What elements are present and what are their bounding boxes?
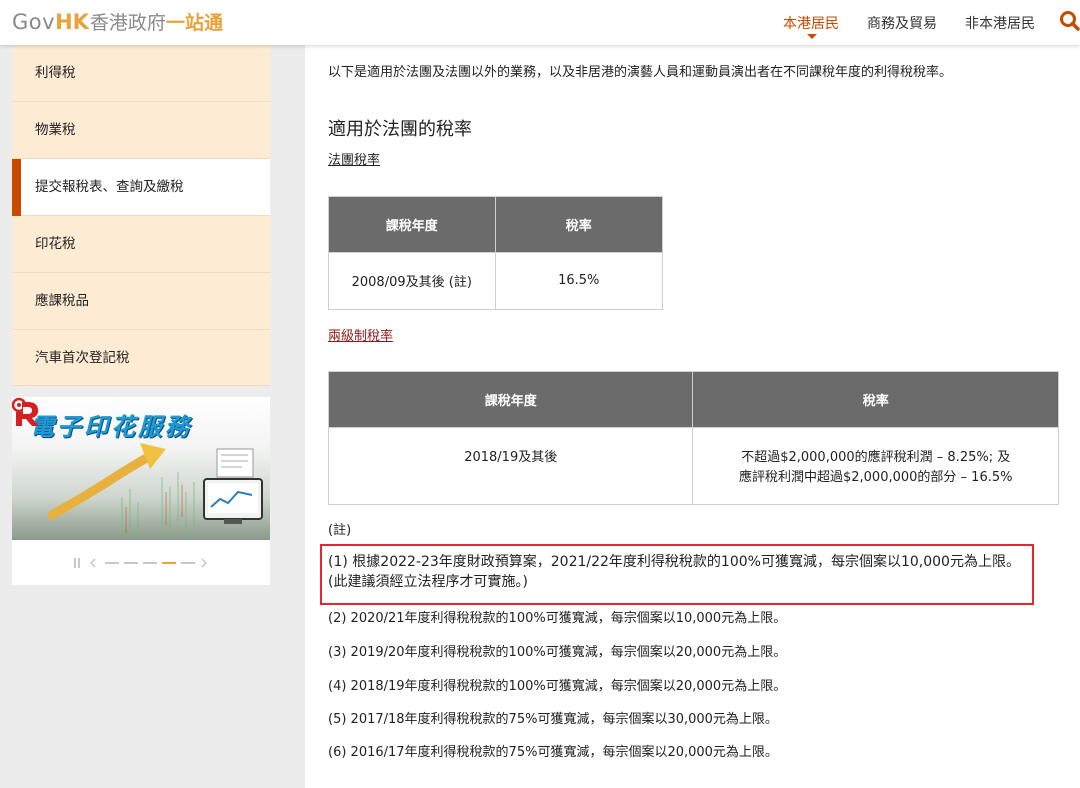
- intro-text: 以下是適用於法團及法團以外的業務，以及非居港的演藝人員和運動員演出者在不同課稅年…: [328, 65, 953, 80]
- carousel-dot-1[interactable]: [105, 562, 119, 564]
- note-2: (2) 2020/21年度利得稅稅款的100%可獲寬減，每宗個案以10,000元…: [328, 611, 787, 626]
- promo-title: 電子印花服務: [30, 413, 192, 441]
- promo-carousel-controls: [12, 540, 270, 585]
- note-6: (6) 2016/17年度利得稅稅款的75%可獲寬減，每宗個案以20,000元為…: [328, 745, 778, 760]
- table-row: 2018/19及其後 不超過$2,000,000的應評稅利潤 – 8.25%; …: [327, 427, 1059, 505]
- two-tier-rate-table: 課稅年度 稅率 2018/19及其後 不超過$2,000,000的應評稅利潤 –…: [327, 371, 1059, 505]
- sidebar-item-stamp-duty[interactable]: 印花稅: [12, 216, 270, 273]
- search-icon[interactable]: [1058, 8, 1080, 34]
- carousel-dot-3[interactable]: [143, 562, 157, 564]
- sidebar-item-file-returns[interactable]: 提交報稅表、查詢及繳稅: [12, 159, 270, 216]
- logo-name-text: 香港政府: [89, 12, 166, 34]
- section-title: 適用於法團的稅率: [328, 119, 472, 140]
- table-cell-rate: 16.5%: [494, 252, 664, 310]
- carousel-dot-5[interactable]: [181, 562, 195, 564]
- carousel-next-icon[interactable]: [201, 558, 208, 568]
- corporate-rate-table: 課稅年度 稅率 2008/09及其後 (註) 16.5%: [328, 196, 664, 310]
- table-header-year: 課稅年度: [327, 371, 694, 428]
- table-cell-year: 2018/19及其後: [327, 427, 694, 505]
- logo-hk-text: HK: [55, 10, 89, 34]
- govhk-logo[interactable]: GovHK香港政府一站通: [12, 9, 223, 36]
- logo-gov-text: Gov: [12, 10, 56, 34]
- table-header-year: 課稅年度: [328, 196, 496, 253]
- carousel-dot-2[interactable]: [124, 562, 138, 564]
- table-header-rate: 稅率: [494, 196, 664, 253]
- logo-onestop-text: 一站通: [165, 12, 223, 34]
- nav-non-residents[interactable]: 非本港居民: [965, 13, 1035, 33]
- note-3: (3) 2019/20年度利得稅稅款的100%可獲寬減，每宗個案以20,000元…: [328, 645, 787, 660]
- corporate-rate-link[interactable]: 法團稅率: [328, 149, 380, 168]
- nav-business-trade[interactable]: 商務及貿易: [867, 13, 937, 33]
- two-tier-rate-link[interactable]: 兩級制稅率: [328, 325, 393, 344]
- nav-active-caret-icon: [807, 34, 817, 39]
- ird-logo-icon: [12, 397, 39, 426]
- note-5: (5) 2017/18年度利得稅稅款的75%可獲寬減，每宗個案以30,000元為…: [328, 712, 778, 727]
- sidebar-item-profits-tax[interactable]: 利得稅: [12, 45, 270, 102]
- table-row: 2008/09及其後 (註) 16.5%: [328, 252, 664, 310]
- note-4: (4) 2018/19年度利得稅稅款的100%可獲寬減，每宗個案以20,000元…: [328, 679, 787, 694]
- sidebar-item-property-tax[interactable]: 物業稅: [12, 102, 270, 159]
- carousel-prev-icon[interactable]: [89, 558, 96, 568]
- rate-line-1: 不超過$2,000,000的應評稅利潤 – 8.25%; 及: [741, 450, 1011, 465]
- rate-line-2: 應評稅利潤中超過$2,000,000的部分 – 16.5%: [738, 470, 1013, 485]
- notes-label: (註): [328, 523, 352, 538]
- site-header: GovHK香港政府一站通 本港居民 商務及貿易 非本港居民: [0, 0, 1080, 45]
- sidebar-item-dutiable-commodities[interactable]: 應課稅品: [12, 273, 270, 330]
- carousel-dot-4-active[interactable]: [162, 562, 176, 564]
- sidebar-item-vehicle-registration-tax[interactable]: 汽車首次登記稅: [12, 330, 270, 386]
- note-1-highlighted: (1) 根據2022-23年度財政預算案，2021/22年度利得稅稅款的100%…: [328, 554, 1020, 590]
- e-stamping-promo-banner[interactable]: 電子印花服務: [12, 397, 270, 540]
- sidebar-menu: 利得稅 物業稅 提交報稅表、查詢及繳稅 印花稅 應課稅品 汽車首次登記稅: [12, 45, 270, 386]
- table-cell-year: 2008/09及其後 (註): [328, 252, 496, 310]
- pause-icon[interactable]: [74, 558, 80, 568]
- nav-residents[interactable]: 本港居民: [783, 13, 839, 33]
- table-header-rate: 稅率: [692, 371, 1059, 428]
- table-cell-rate: 不超過$2,000,000的應評稅利潤 – 8.25%; 及 應評稅利潤中超過$…: [692, 427, 1059, 505]
